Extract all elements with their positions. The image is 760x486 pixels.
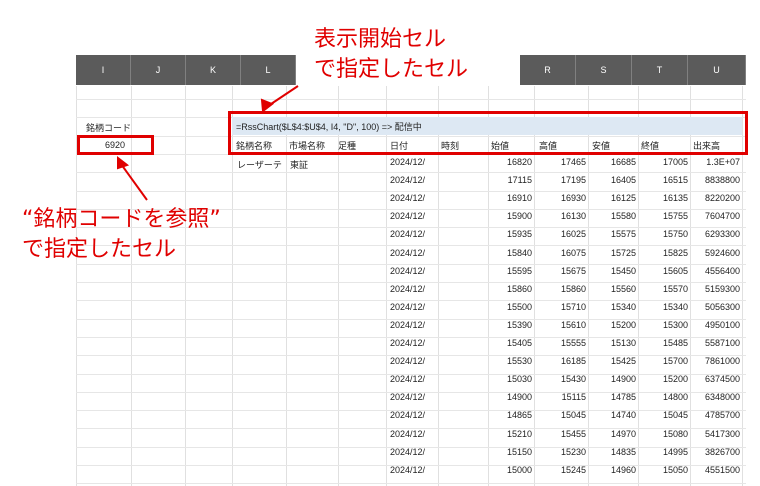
arrow-to-stock-code (120, 163, 148, 201)
arrow-head-formula (260, 98, 274, 113)
arrow-head-stock-code (117, 155, 130, 170)
annotation-arrows (117, 85, 299, 201)
arrow-to-formula (267, 85, 299, 107)
